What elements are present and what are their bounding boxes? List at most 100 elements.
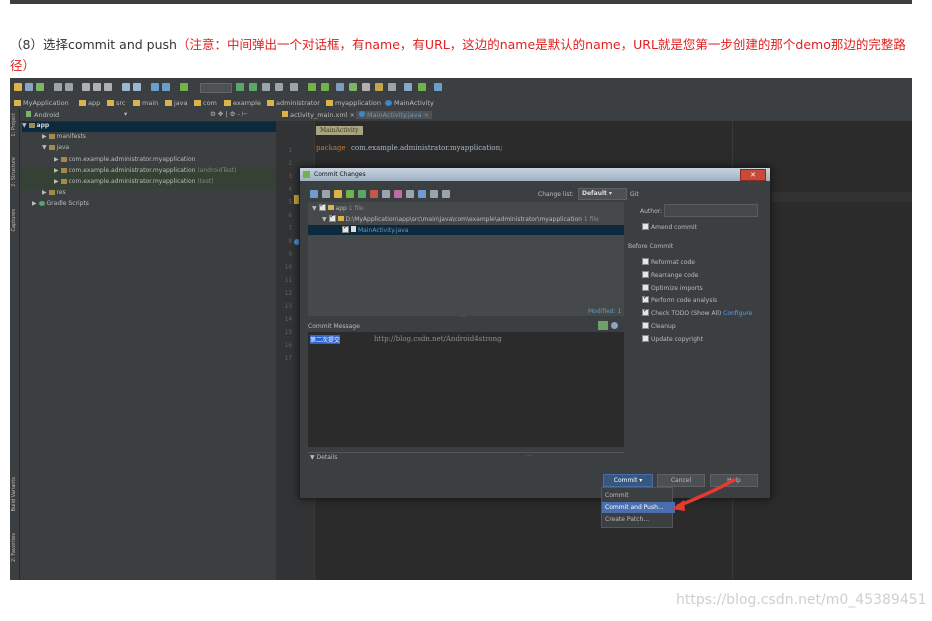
tool-window-project[interactable]: 1: Project [11,113,17,137]
tree-item-java[interactable]: ▼ java [42,144,69,151]
refresh-icon[interactable] [310,190,318,198]
rearrange-code-checkbox[interactable]: Rearrange code [642,271,698,279]
menu-item-create-patch[interactable]: Create Patch... [602,514,675,525]
changes-root-app[interactable]: ▼ app 1 file [312,202,364,212]
android-monitor-icon[interactable] [418,83,426,91]
debug-icon[interactable] [249,83,257,91]
vcs-update-icon[interactable] [336,83,344,91]
perform-code-analysis-checkbox[interactable]: Perform code analysis [642,294,717,304]
crumb-main[interactable]: main [133,99,158,107]
vcs-history-icon[interactable] [375,83,383,91]
tree-item-app[interactable]: ▼ app [22,122,276,132]
sync-icon[interactable] [36,83,44,91]
tree-item-package-main[interactable]: ▶ com.example.administrator.myapplicatio… [54,156,195,163]
attach-icon[interactable] [262,83,270,91]
stop-icon[interactable] [290,83,298,91]
editor-breadcrumb[interactable]: MainActivity [316,126,363,135]
avd-manager-icon[interactable] [308,83,316,91]
panel-settings-icons[interactable]: ⚙ ✥ | ⚙ - ⊢ [210,110,248,118]
tree-item-res[interactable]: ▶ res [42,189,66,196]
crumb-src[interactable]: src [107,99,126,107]
menu-item-commit-and-push[interactable]: Commit and Push... [602,502,675,513]
configure-link[interactable]: Configure [723,310,752,317]
run-icon[interactable] [236,83,244,91]
rollback-icon[interactable] [394,190,402,198]
replace-icon[interactable] [133,83,141,91]
sdk-manager-icon[interactable] [321,83,329,91]
vcs-commit-icon[interactable] [349,83,357,91]
cut-icon[interactable] [82,83,90,91]
commit-button[interactable]: Commit ▾ [603,474,653,487]
collapse-all-icon[interactable] [430,190,438,198]
optimize-imports-checkbox[interactable]: Optimize imports [642,284,703,292]
commit-message-settings-icon[interactable] [611,322,618,329]
tool-window-captures[interactable]: Captures [11,209,17,232]
tool-window-favorites[interactable]: 2: Favorites [11,533,17,562]
group-by-icon[interactable] [334,190,342,198]
dialog-title-bar[interactable]: Commit Changes ✕ [300,168,770,181]
crumb-app[interactable]: app [79,99,100,107]
tree-item-gradle-scripts[interactable]: ▶ Gradle Scripts [32,200,89,207]
project-view-dropdown-icon[interactable]: ▾ [124,110,127,118]
search-icon[interactable] [122,83,130,91]
commit-message-input[interactable]: 第二次提交 http://blog.csdn.net/Android4stron… [308,332,624,447]
forward-icon[interactable] [162,83,170,91]
step-caption: （8）选择commit and push（注意：中间弹出一个对话框，有name，… [10,34,915,76]
update-copyright-checkbox[interactable]: Update copyright [642,335,703,343]
project-panel: Android ▾ ⚙ ✥ | ⚙ - ⊢ ▼ app ▶ manifests … [20,109,276,580]
commit-message-history-icon[interactable] [598,321,608,330]
tab-activity-main-xml[interactable]: activity_main.xml × [282,111,355,119]
details-toggle[interactable]: ▼ Details [310,454,337,461]
sort-icon[interactable] [442,190,450,198]
move-icon[interactable] [358,190,366,198]
redo-icon[interactable] [65,83,73,91]
run-config-select[interactable] [200,83,232,93]
close-button[interactable]: ✕ [740,169,766,181]
profile-icon[interactable] [275,83,283,91]
help-icon[interactable] [434,83,442,91]
line-number: 12 [284,290,292,297]
crumb-project[interactable]: MyApplication [14,99,69,107]
crumb-com[interactable]: com [194,99,217,107]
make-project-icon[interactable] [180,83,188,91]
reformat-code-checkbox[interactable]: Reformat code [642,258,695,266]
save-icon[interactable] [25,83,33,91]
diff-icon[interactable] [322,190,330,198]
vcs-revert-icon[interactable] [388,83,396,91]
cleanup-checkbox[interactable]: Cleanup [642,322,676,330]
tree-item-manifests[interactable]: ▶ manifests [42,133,86,140]
tool-window-build-variants[interactable]: Build Variants [11,477,17,511]
back-icon[interactable] [151,83,159,91]
show-diff-icon[interactable] [406,190,414,198]
tool-window-structure[interactable]: 2: Structure [11,157,17,187]
open-folder-icon[interactable] [14,83,22,91]
revert-icon[interactable] [382,190,390,198]
tree-item-package-test[interactable]: ▶ com.example.administrator.myapplicatio… [54,178,214,185]
changes-tree[interactable]: ▼ app 1 file ▼ D:\MyApplication\app\src\… [308,202,624,316]
crumb-java[interactable]: java [165,99,188,107]
details-splitter[interactable]: ··· [526,453,532,460]
remove-icon[interactable] [370,190,378,198]
crumb-administrator[interactable]: administrator [267,99,320,107]
tree-item-package-androidtest[interactable]: ▶ com.example.administrator.myapplicatio… [54,167,237,174]
copy-icon[interactable] [93,83,101,91]
paste-icon[interactable] [104,83,112,91]
crumb-myapplication[interactable]: myapplication [326,99,381,107]
crumb-example[interactable]: example [224,99,261,107]
crumb-mainactivity[interactable]: MainActivity [385,99,434,107]
expand-all-icon[interactable] [418,190,426,198]
add-icon[interactable] [346,190,354,198]
amend-commit-checkbox[interactable]: Amend commit [642,223,697,231]
author-input[interactable] [664,204,758,217]
menu-item-commit[interactable]: Commit [602,490,675,501]
changes-path-node[interactable]: ▼ D:\MyApplication\app\src\main\java\com… [322,213,599,223]
vcs-compare-icon[interactable] [362,83,370,91]
changes-file-mainactivity[interactable]: MainActivity.java [342,224,408,234]
check-todo-checkbox[interactable]: Check TODO (Show All) Configure [642,307,752,317]
undo-icon[interactable] [54,83,62,91]
tab-mainactivity-java[interactable]: MainActivity.java × [356,111,433,119]
project-view-select[interactable]: Android [34,111,59,119]
project-structure-icon[interactable] [404,83,412,91]
changelist-select[interactable]: Default ▾ [578,188,627,200]
splitter-handle[interactable]: ··· [460,314,466,321]
